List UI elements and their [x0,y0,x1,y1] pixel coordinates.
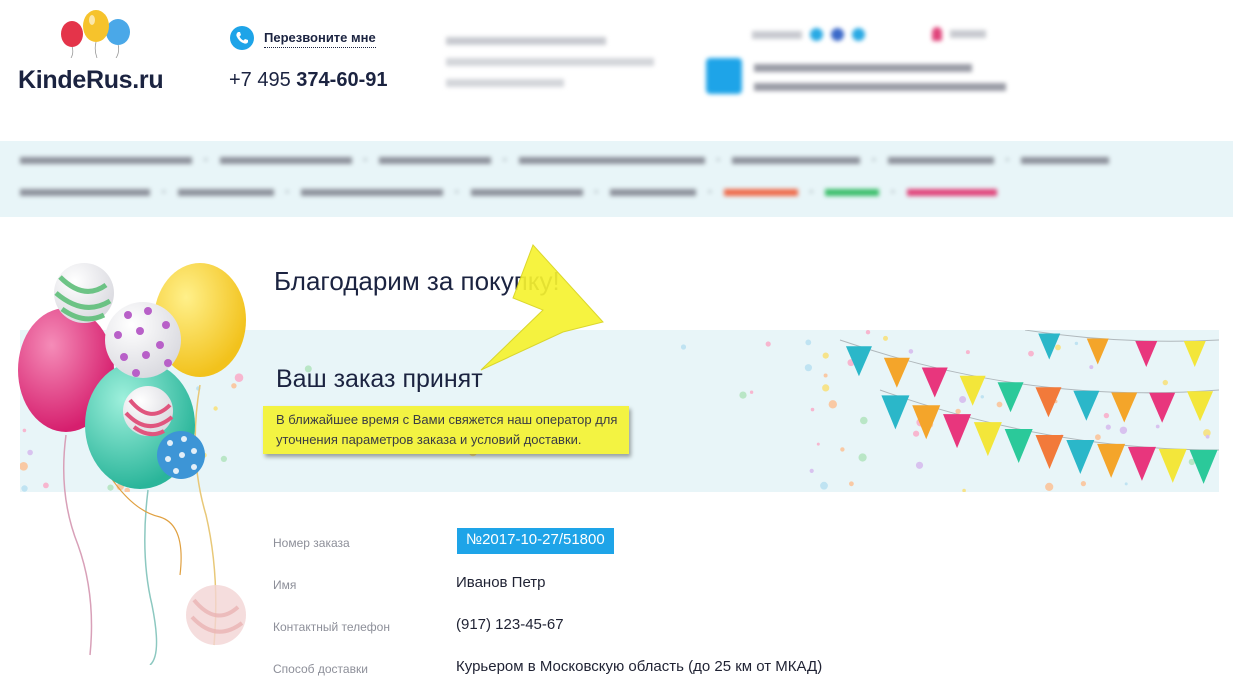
social-links-blurred [752,28,865,41]
logo-balloons-icon [61,10,130,58]
callback-link[interactable]: Перезвоните мне [264,30,376,48]
delivery-label: Способ доставки [273,662,368,676]
twitter-icon[interactable] [852,28,865,41]
nav-item[interactable] [352,155,492,166]
phone-value: (917) 123-45-67 [456,616,564,633]
delivery-row: Способ доставки Курьером в Московскую об… [273,654,973,683]
order-note-line-1: В ближайшее время с Вами свяжется наш оп… [276,412,618,427]
phone-label: Контактный телефон [273,620,390,634]
phone-number[interactable]: +7 495 374-60-91 [229,69,387,92]
nav-item[interactable] [192,155,352,166]
site-logo[interactable]: KindeRus.ru [18,8,188,98]
delivery-info-blurred [446,30,654,87]
nav-row-1 [20,155,1110,166]
nav-item[interactable] [705,155,861,166]
user-icon [932,27,942,41]
nav-item[interactable] [274,187,444,198]
nav-item[interactable] [443,187,583,198]
thanks-title: Благодарим за покупку! [274,266,560,296]
order-note-line-2: уточнения параметров заказа и условий до… [276,432,582,447]
nav-item[interactable] [20,189,150,196]
logo-text: KindeRus.ru [18,66,164,94]
name-row: Имя Иванов Петр [273,570,973,612]
nav-item[interactable] [994,155,1110,166]
nav-item-popular[interactable] [696,187,798,198]
phone-row: Контактный телефон (917) 123-45-67 [273,612,973,654]
cart-text-blurred [754,58,1006,91]
nav-item-new[interactable] [798,187,880,198]
name-label: Имя [273,578,297,592]
nav-row-2 [20,187,997,198]
nav-item-sale[interactable] [879,187,997,198]
nav-item[interactable] [150,187,274,198]
order-number-row: Номер заказа №2017-10-27/51800 [273,528,973,570]
vk-icon[interactable] [810,28,823,41]
order-details: Номер заказа №2017-10-27/51800 Имя Ивано… [273,528,973,683]
phone-prefix: +7 495 [229,69,297,91]
order-number-label: Номер заказа [273,536,350,550]
main-nav [0,141,1233,217]
delivery-value: Курьером в Московскую область (до 25 км … [456,658,823,675]
phone-icon [230,26,254,50]
cart-icon[interactable] [706,58,742,94]
phone-main: 374-60-91 [296,69,388,91]
nav-item[interactable] [491,155,705,166]
nav-item[interactable] [583,187,697,198]
nav-item[interactable] [20,157,192,164]
nav-item[interactable] [860,155,994,166]
order-note: В ближайшее время с Вами свяжется наш оп… [263,406,629,454]
login-link-blurred[interactable] [932,27,986,41]
facebook-icon[interactable] [831,28,844,41]
name-value: Иванов Петр [456,574,546,591]
balloons-illustration [18,263,246,665]
order-number-badge: №2017-10-27/51800 [457,528,614,554]
order-accepted-title: Ваш заказ принят [276,365,483,393]
